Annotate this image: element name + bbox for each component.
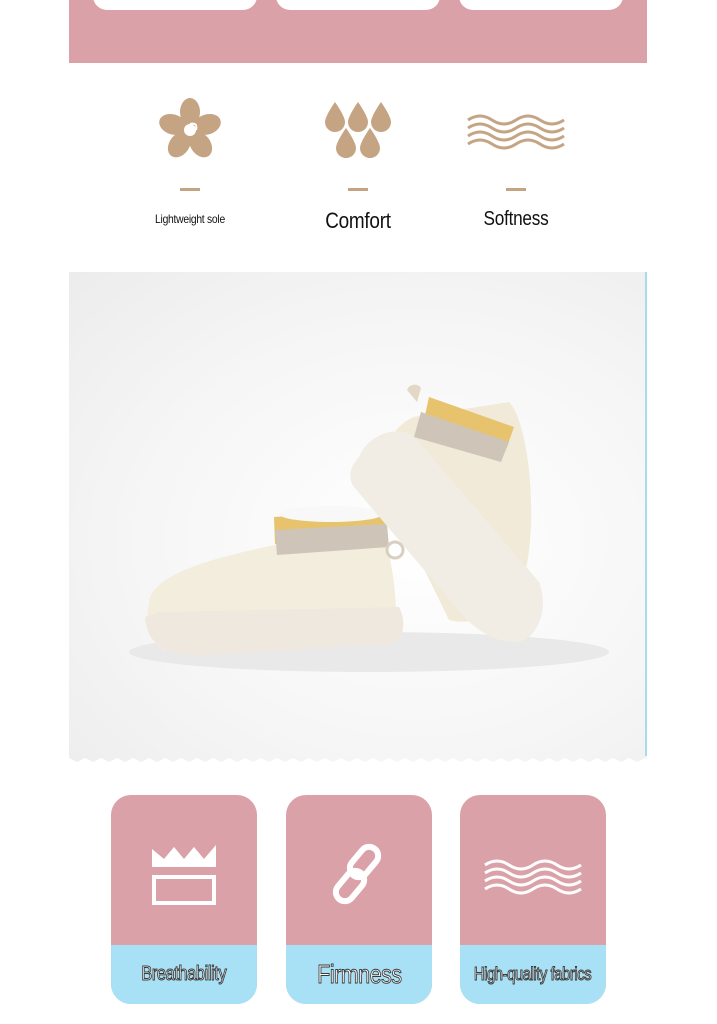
chain-link-icon bbox=[332, 843, 382, 905]
shoe-standing bbox=[145, 506, 405, 656]
card-firmness: Firmness bbox=[286, 795, 432, 1004]
feature-comfort: Comfort bbox=[283, 98, 433, 248]
divider-dash bbox=[180, 188, 200, 191]
card-high-quality-fabrics: High-quality fabrics bbox=[460, 795, 606, 1004]
feature-label: Softness bbox=[483, 208, 549, 230]
feature-label: Lightweight sole bbox=[155, 212, 225, 226]
card-label: Breathability bbox=[141, 963, 227, 986]
feature-lightweight: Lightweight sole bbox=[115, 98, 265, 248]
water-drops-icon bbox=[325, 102, 391, 158]
product-photo bbox=[69, 272, 647, 762]
top-tab bbox=[276, 0, 440, 10]
crown-box-icon bbox=[152, 845, 216, 905]
card-label: High-quality fabrics bbox=[474, 964, 593, 985]
feature-label: Comfort bbox=[325, 208, 391, 233]
top-tab bbox=[459, 0, 623, 10]
waves-icon bbox=[484, 859, 582, 895]
top-tab bbox=[93, 0, 257, 10]
card-breathability: Breathability bbox=[111, 795, 257, 1004]
top-pink-band bbox=[69, 0, 647, 63]
photo-edge-line bbox=[645, 272, 647, 756]
divider-dash bbox=[506, 188, 526, 191]
feature-softness: Softness bbox=[441, 98, 591, 248]
divider-dash bbox=[348, 188, 368, 191]
card-label: Firmness bbox=[316, 959, 402, 990]
baby-shoes-illustration bbox=[129, 384, 609, 672]
flower-icon bbox=[159, 98, 221, 158]
zigzag-edge bbox=[69, 758, 647, 762]
waves-icon bbox=[467, 114, 565, 150]
